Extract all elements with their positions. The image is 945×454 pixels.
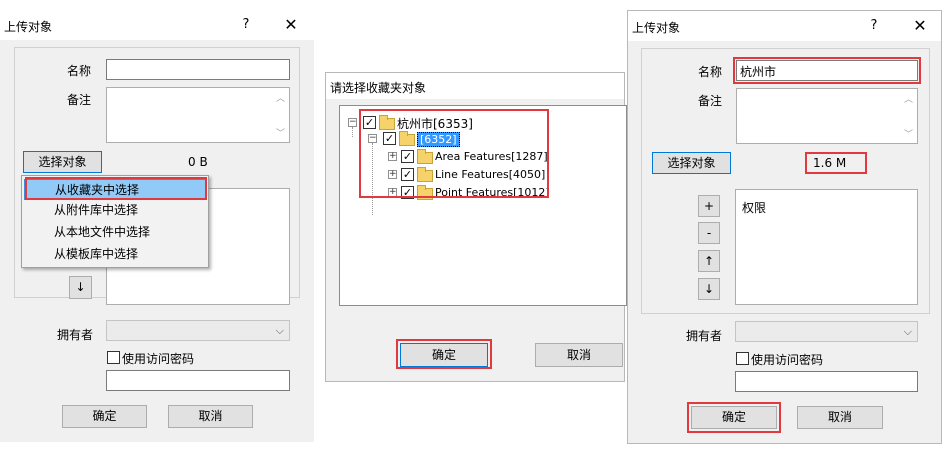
help-button[interactable]: ? bbox=[864, 16, 884, 36]
note-scrollbar[interactable]: ︿ ﹀ bbox=[900, 89, 917, 143]
dialog-title: 上传对象 bbox=[4, 20, 53, 34]
move-down-button[interactable]: ↓ bbox=[698, 278, 720, 300]
menu-item-attachments[interactable]: 从附件库中选择 bbox=[24, 200, 206, 221]
close-button[interactable]: ✕ bbox=[910, 16, 930, 36]
use-code-label: 使用访问密码 bbox=[751, 353, 824, 367]
chevron-down-icon: ⌵ bbox=[275, 324, 284, 337]
note-label: 备注 bbox=[67, 93, 92, 107]
note-textarea[interactable]: ︿ ﹀ bbox=[106, 87, 290, 143]
highlight-box bbox=[25, 177, 207, 200]
select-object-button[interactable]: 选择对象 bbox=[23, 151, 102, 173]
highlight-box bbox=[805, 152, 867, 174]
use-code-label: 使用访问密码 bbox=[122, 352, 195, 366]
highlight-box bbox=[687, 402, 781, 433]
close-button[interactable]: ✕ bbox=[281, 15, 301, 35]
title-bar: 上传对象 ? ✕ bbox=[0, 10, 314, 40]
cancel-button[interactable]: 取消 bbox=[535, 343, 623, 367]
note-label: 备注 bbox=[698, 94, 723, 108]
move-up-button[interactable]: ↑ bbox=[698, 250, 720, 272]
ok-button[interactable]: 确定 bbox=[62, 405, 147, 428]
owner-select[interactable]: ⌵ bbox=[735, 321, 918, 342]
dialog-title: 请选择收藏夹对象 bbox=[330, 81, 427, 95]
note-scrollbar[interactable]: ︿ ﹀ bbox=[272, 88, 289, 142]
favorites-dialog: 请选择收藏夹对象 − ✓ 杭州市[6353] − ✓ [6352] + ✓ Ar… bbox=[325, 72, 627, 382]
size-value: 0 B bbox=[188, 155, 208, 169]
note-textarea[interactable]: ︿ ﹀ bbox=[736, 88, 918, 144]
scroll-down-icon[interactable]: ﹀ bbox=[276, 126, 285, 139]
upload-dialog-1: 上传对象 ? ✕ 名称 备注 ︿ ﹀ 选择对象 0 B ↓ 拥有者 ⌵ 使用访问… bbox=[0, 10, 314, 442]
access-code-input[interactable] bbox=[735, 371, 918, 392]
select-object-button[interactable]: 选择对象 bbox=[652, 152, 731, 174]
remove-button[interactable]: - bbox=[698, 222, 720, 244]
move-down-button[interactable]: ↓ bbox=[69, 276, 92, 299]
cancel-button[interactable]: 取消 bbox=[797, 406, 883, 429]
scroll-down-icon[interactable]: ﹀ bbox=[904, 127, 913, 140]
scroll-up-icon[interactable]: ︿ bbox=[904, 92, 913, 105]
add-button[interactable]: + bbox=[698, 195, 720, 217]
scroll-up-icon[interactable]: ︿ bbox=[276, 91, 285, 104]
collapse-icon[interactable]: − bbox=[348, 118, 357, 127]
name-input[interactable] bbox=[106, 59, 290, 80]
owner-label: 拥有者 bbox=[57, 328, 94, 342]
highlight-box bbox=[359, 109, 549, 198]
access-code-input[interactable] bbox=[106, 370, 290, 391]
cancel-button[interactable]: 取消 bbox=[168, 405, 253, 428]
dialog-title: 上传对象 bbox=[632, 21, 681, 35]
help-button[interactable]: ? bbox=[236, 15, 256, 35]
menu-item-template[interactable]: 从模板库中选择 bbox=[24, 244, 206, 265]
menu-item-local-file[interactable]: 从本地文件中选择 bbox=[24, 222, 206, 243]
object-list[interactable]: 权限 bbox=[735, 189, 918, 305]
chevron-down-icon: ⌵ bbox=[903, 325, 912, 338]
title-bar: 上传对象 ? ✕ bbox=[628, 11, 941, 41]
owner-label: 拥有者 bbox=[686, 329, 723, 343]
owner-select[interactable]: ⌵ bbox=[106, 320, 290, 341]
title-bar: 请选择收藏夹对象 bbox=[326, 73, 624, 99]
name-label: 名称 bbox=[698, 65, 723, 79]
highlight-box bbox=[733, 57, 921, 84]
tree-line bbox=[352, 127, 353, 137]
use-code-checkbox[interactable] bbox=[107, 351, 120, 364]
highlight-box bbox=[396, 339, 492, 369]
upload-dialog-2: 上传对象 ? ✕ 名称 杭州市 备注 ︿ ﹀ 选择对象 1.6 M + - ↑ … bbox=[627, 10, 942, 444]
use-code-checkbox[interactable] bbox=[736, 352, 749, 365]
name-label: 名称 bbox=[67, 64, 92, 78]
list-item[interactable]: 权限 bbox=[742, 199, 766, 216]
